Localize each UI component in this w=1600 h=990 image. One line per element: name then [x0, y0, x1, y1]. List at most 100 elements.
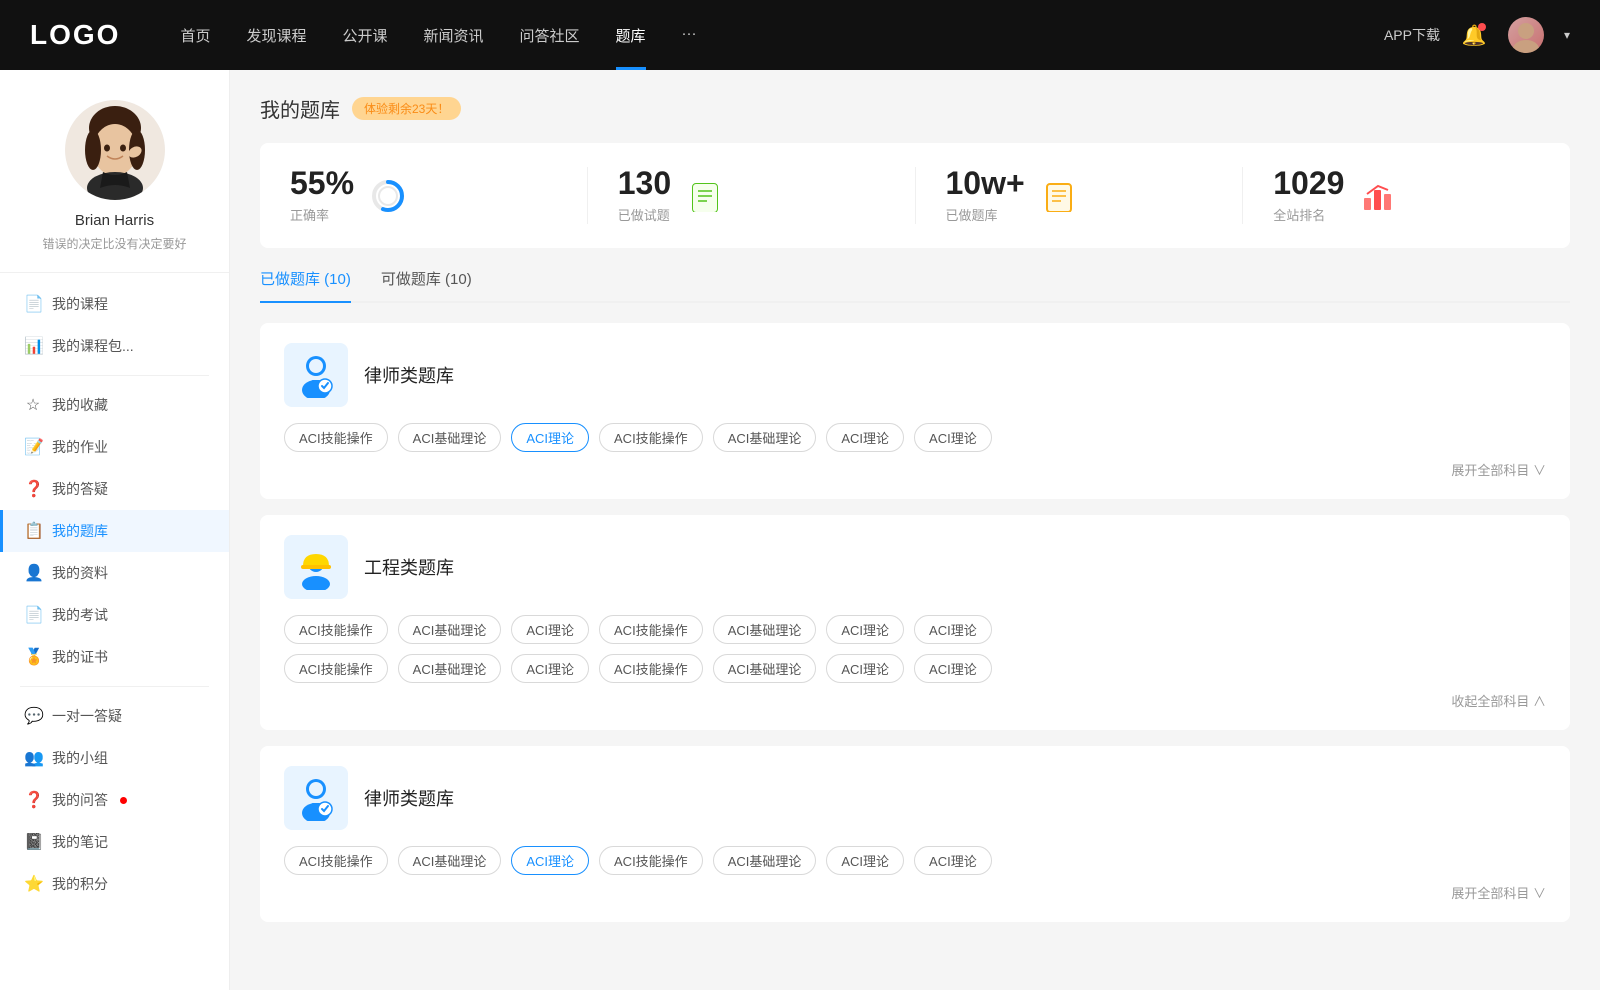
sidebar-item-tutoring[interactable]: 💬 一对一答疑: [0, 695, 229, 737]
profile-motto: 错误的决定比没有决定要好: [42, 235, 186, 252]
bank2-row2-tag-0[interactable]: ACI技能操作: [284, 654, 388, 683]
question-bank-label: 我的题库: [52, 521, 108, 541]
bank1-tags-row: ACI技能操作 ACI基础理论 ACI理论 ACI技能操作 ACI基础理论 AC…: [284, 423, 1546, 452]
bank3-tag-1[interactable]: ACI基础理论: [398, 846, 502, 875]
nav-qa[interactable]: 问答社区: [520, 25, 580, 46]
questions-icon: ❓: [24, 479, 42, 499]
app-download-link[interactable]: APP下载: [1384, 25, 1440, 45]
bank3-tag-0[interactable]: ACI技能操作: [284, 846, 388, 875]
nav-discover[interactable]: 发现课程: [246, 25, 306, 46]
my-courses-label: 我的课程: [52, 294, 108, 314]
done-banks-icon: [1041, 178, 1077, 214]
sidebar-item-questions[interactable]: ❓ 我的答疑: [0, 468, 229, 510]
bank1-tag-2[interactable]: ACI理论: [511, 423, 589, 452]
sidebar-item-my-courses[interactable]: 📄 我的课程: [0, 283, 229, 325]
user-dropdown-arrow[interactable]: ▾: [1564, 28, 1570, 42]
done-questions-icon: [687, 178, 723, 214]
bank1-tag-4[interactable]: ACI基础理论: [713, 423, 817, 452]
tabs-row: 已做题库 (10) 可做题库 (10): [260, 268, 1570, 303]
sidebar-item-question-bank[interactable]: 📋 我的题库: [0, 510, 229, 552]
bank2-row2-tag-4[interactable]: ACI基础理论: [713, 654, 817, 683]
group-icon: 👥: [24, 748, 42, 768]
bank3-tag-3[interactable]: ACI技能操作: [599, 846, 703, 875]
avatar-image: [1508, 17, 1544, 53]
stat-ranking: 1029 全站排名: [1243, 167, 1570, 224]
bank2-row2-tag-2[interactable]: ACI理论: [511, 654, 589, 683]
bank2-row2-tag-5[interactable]: ACI理论: [826, 654, 904, 683]
sidebar-item-profile[interactable]: 👤 我的资料: [0, 552, 229, 594]
stat-done-values: 130 已做试题: [618, 167, 671, 224]
sidebar-item-notes[interactable]: 📓 我的笔记: [0, 821, 229, 863]
bank2-tag-0[interactable]: ACI技能操作: [284, 615, 388, 644]
bank1-tag-0[interactable]: ACI技能操作: [284, 423, 388, 452]
notes-label: 我的笔记: [52, 832, 108, 852]
bank3-tag-2[interactable]: ACI理论: [511, 846, 589, 875]
page-title: 我的题库: [260, 94, 340, 123]
bank2-tags-row-2: ACI技能操作 ACI基础理论 ACI理论 ACI技能操作 ACI基础理论 AC…: [284, 654, 1546, 683]
favorites-label: 我的收藏: [52, 395, 108, 415]
lawyer-bank-icon-2: [284, 766, 348, 830]
tab-done-banks[interactable]: 已做题库 (10): [260, 268, 351, 301]
sidebar-item-course-package[interactable]: 📊 我的课程包...: [0, 325, 229, 367]
bank2-row2-tag-3[interactable]: ACI技能操作: [599, 654, 703, 683]
logo: LOGO: [30, 19, 120, 51]
sidebar-item-favorites[interactable]: ☆ 我的收藏: [0, 384, 229, 426]
sidebar-item-exam[interactable]: 📄 我的考试: [0, 594, 229, 636]
nav-question-bank[interactable]: 题库: [616, 25, 646, 46]
tab-available-banks[interactable]: 可做题库 (10): [381, 268, 472, 301]
notification-bell[interactable]: 🔔: [1460, 21, 1488, 49]
sidebar-item-certificate[interactable]: 🏅 我的证书: [0, 636, 229, 678]
bank3-tag-4[interactable]: ACI基础理论: [713, 846, 817, 875]
my-qa-label: 我的问答: [52, 790, 108, 810]
bank1-tag-6[interactable]: ACI理论: [914, 423, 992, 452]
questions-label: 我的答疑: [52, 479, 108, 499]
bank-card-lawyer-1: 律师类题库 ACI技能操作 ACI基础理论 ACI理论 ACI技能操作 ACI基…: [260, 323, 1570, 499]
menu-divider-1: [20, 375, 209, 376]
tutoring-icon: 💬: [24, 706, 42, 726]
stat-accuracy-values: 55% 正确率: [290, 167, 354, 224]
bank2-tag-4[interactable]: ACI基础理论: [713, 615, 817, 644]
course-package-icon: 📊: [24, 336, 42, 356]
bank2-collapse-link[interactable]: 收起全部科目 ∧: [284, 691, 1546, 710]
nav-more[interactable]: ···: [682, 25, 697, 46]
sidebar-item-points[interactable]: ⭐ 我的积分: [0, 863, 229, 905]
bank2-tag-6[interactable]: ACI理论: [914, 615, 992, 644]
sidebar-item-group[interactable]: 👥 我的小组: [0, 737, 229, 779]
notes-icon: 📓: [24, 832, 42, 852]
stat-done-questions: 130 已做试题: [588, 167, 916, 224]
ranking-icon: [1360, 178, 1396, 214]
bank2-tag-5[interactable]: ACI理论: [826, 615, 904, 644]
bank-title-2: 工程类题库: [364, 554, 454, 580]
homework-label: 我的作业: [52, 437, 108, 457]
bank3-expand-link[interactable]: 展开全部科目 ∨: [284, 883, 1546, 902]
bank2-row2-tag-6[interactable]: ACI理论: [914, 654, 992, 683]
points-label: 我的积分: [52, 874, 108, 894]
avatar[interactable]: [1508, 17, 1544, 53]
bank1-expand-link[interactable]: 展开全部科目 ∨: [284, 460, 1546, 479]
notification-dot: [1478, 23, 1486, 31]
points-icon: ⭐: [24, 874, 42, 894]
stat-ranking-values: 1029 全站排名: [1273, 167, 1344, 224]
sidebar-item-homework[interactable]: 📝 我的作业: [0, 426, 229, 468]
trial-badge: 体验剩余23天！: [352, 97, 461, 120]
bank-title-3: 律师类题库: [364, 785, 454, 811]
bank2-tag-2[interactable]: ACI理论: [511, 615, 589, 644]
nav-open-course[interactable]: 公开课: [342, 25, 387, 46]
bank3-tag-6[interactable]: ACI理论: [914, 846, 992, 875]
nav-links: 首页 发现课程 公开课 新闻资讯 问答社区 题库 ···: [180, 25, 1384, 46]
bank2-tag-3[interactable]: ACI技能操作: [599, 615, 703, 644]
exam-label: 我的考试: [52, 605, 108, 625]
bank2-tag-1[interactable]: ACI基础理论: [398, 615, 502, 644]
sidebar-item-my-qa[interactable]: ❓ 我的问答: [0, 779, 229, 821]
certificate-label: 我的证书: [52, 647, 108, 667]
done-banks-value: 10w+: [946, 167, 1025, 199]
bank1-tag-3[interactable]: ACI技能操作: [599, 423, 703, 452]
bank2-row2-tag-1[interactable]: ACI基础理论: [398, 654, 502, 683]
nav-news[interactable]: 新闻资讯: [424, 25, 484, 46]
bank-card-header-1: 律师类题库: [284, 343, 1546, 407]
profile-icon: 👤: [24, 563, 42, 583]
bank1-tag-1[interactable]: ACI基础理论: [398, 423, 502, 452]
nav-home[interactable]: 首页: [180, 25, 210, 46]
bank3-tag-5[interactable]: ACI理论: [826, 846, 904, 875]
bank1-tag-5[interactable]: ACI理论: [826, 423, 904, 452]
